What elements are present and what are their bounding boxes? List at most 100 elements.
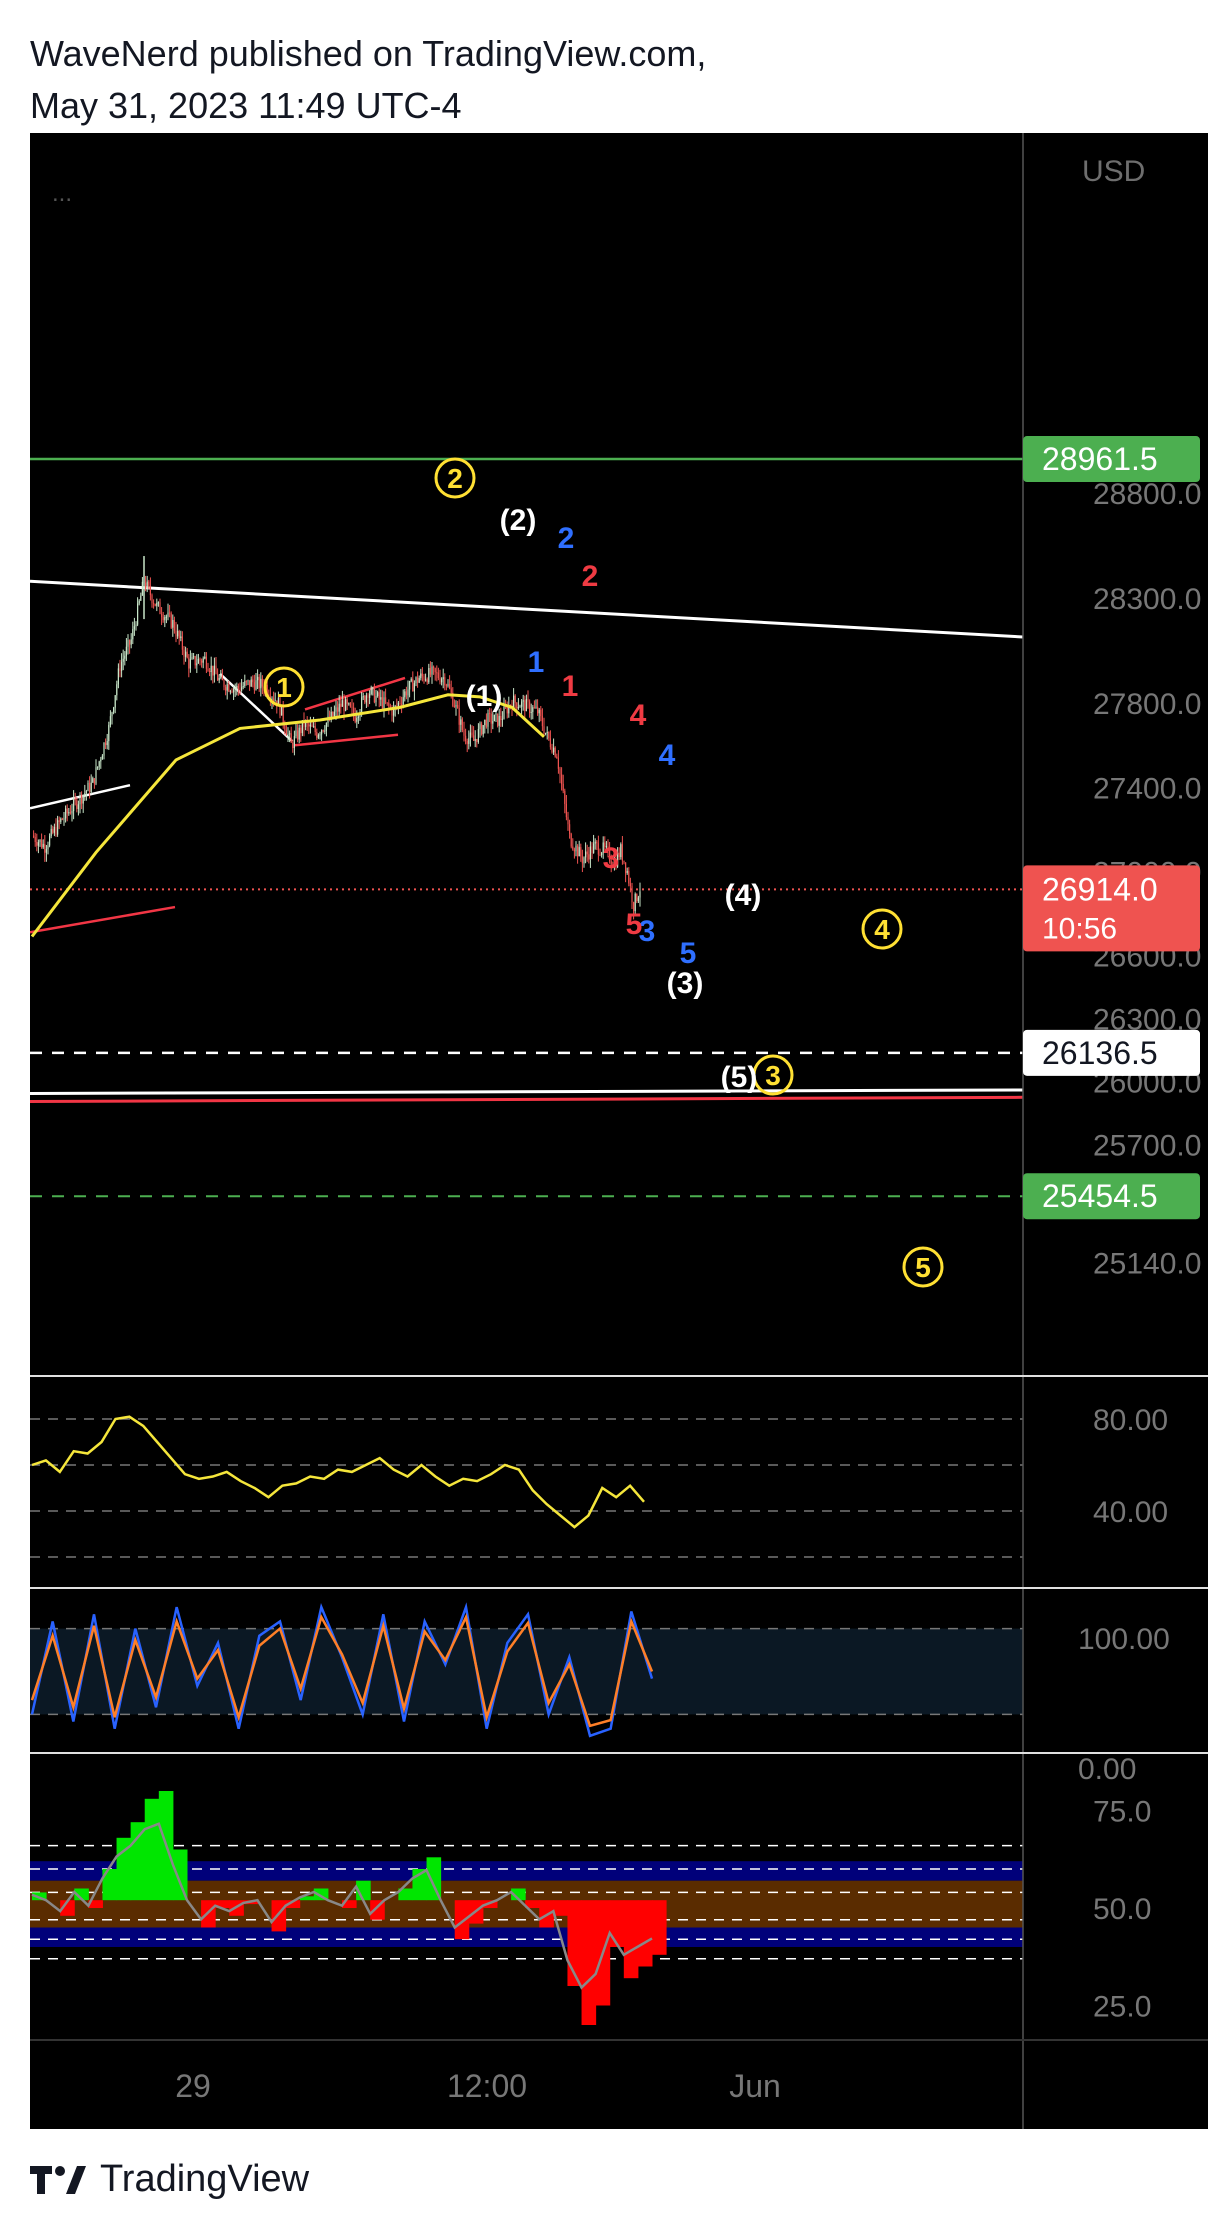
candle-body: [233, 688, 235, 693]
candle-body: [181, 636, 183, 650]
candle-body: [121, 661, 123, 671]
candle-body: [497, 713, 499, 726]
osc-tick: 50.0: [1093, 1893, 1151, 1926]
candle-body: [381, 697, 383, 709]
osc-bar: [130, 1822, 146, 1901]
candle-body: [338, 703, 340, 712]
yellow-wave-5: 5: [915, 1252, 931, 1283]
candle-body: [361, 697, 363, 712]
candle-body: [522, 700, 524, 702]
candle-body: [314, 726, 316, 733]
candle-body: [378, 692, 380, 700]
candle-body: [469, 732, 471, 739]
candle-body: [92, 778, 94, 783]
candle-body: [34, 837, 36, 843]
candle-body: [165, 616, 167, 618]
candle-body: [575, 845, 577, 852]
candle-body: [529, 701, 531, 713]
blue-wave-4: 4: [659, 739, 676, 772]
candle-body: [444, 677, 446, 686]
candle-body: [473, 735, 475, 741]
candle-body: [145, 582, 147, 589]
candle-body: [84, 793, 86, 796]
candle-body: [186, 651, 188, 658]
candle-body: [569, 824, 571, 834]
candle-body: [148, 581, 150, 586]
candle-body: [513, 695, 515, 709]
stoch-band: [30, 1628, 1023, 1715]
price-tick: 25700.0: [1093, 1130, 1201, 1163]
candle-body: [351, 706, 353, 708]
candle-body: [109, 716, 111, 725]
candle-body: [170, 613, 172, 628]
candle-body: [89, 782, 91, 792]
candle-body: [289, 733, 291, 735]
candle-body: [253, 682, 255, 690]
yellow-wave-2: 2: [447, 463, 463, 494]
candle-body: [297, 730, 299, 740]
candle-body: [585, 851, 587, 858]
candle-body: [586, 851, 588, 855]
candle-body: [130, 639, 132, 645]
candle-body: [423, 676, 425, 681]
candle-body: [503, 706, 505, 719]
candle-body: [194, 656, 196, 666]
candle-body: [580, 847, 582, 857]
resistance-trend-line: [30, 579, 1024, 639]
candle-body: [204, 656, 206, 659]
level-lines: [30, 457, 1024, 1198]
osc-bar: [652, 1900, 667, 1955]
candle-body: [365, 695, 367, 703]
candle-body: [631, 886, 633, 903]
candle-body: [545, 732, 547, 734]
candle-body: [140, 595, 142, 601]
candle-body: [255, 680, 257, 690]
candle-body: [441, 679, 443, 683]
publisher-line: WaveNerd published on TradingView.com,: [30, 33, 707, 74]
candle-body: [108, 724, 110, 742]
blue-wave-5: 5: [680, 937, 697, 970]
candle-body: [636, 893, 638, 902]
candle-body: [149, 585, 151, 596]
candle-body: [188, 657, 190, 669]
candle-body: [437, 672, 439, 679]
candle-body: [119, 668, 121, 671]
candle-body: [397, 702, 399, 707]
candle-body: [340, 703, 342, 707]
candle-body: [362, 696, 364, 698]
candle-body: [85, 791, 87, 794]
chart-canvas[interactable]: 1 2 3 4 5 (1) (2) (3) (4) (5) 1 2 3 4 5 1 2 3 4 5 USD... 288…: [30, 133, 1208, 2129]
candle-body: [127, 640, 129, 647]
candle-body: [447, 684, 449, 686]
price-tick: 27400.0: [1093, 772, 1201, 805]
candle-body: [197, 659, 199, 664]
candle-body: [74, 798, 76, 801]
candle-body: [229, 691, 231, 693]
candle-body: [319, 734, 321, 736]
candle-body: [133, 626, 135, 630]
candle-body: [564, 790, 566, 804]
candle-body: [460, 719, 462, 725]
candle-body: [311, 724, 313, 727]
currency-label: USD: [1082, 155, 1145, 188]
candle-body: [567, 817, 569, 825]
candle-body: [117, 668, 119, 685]
candle-body: [373, 687, 375, 703]
candle-body: [463, 730, 465, 736]
candle-body: [61, 818, 63, 820]
candle-body: [626, 871, 628, 873]
candle-body: [380, 697, 382, 700]
candle-body: [189, 659, 191, 669]
candle-body: [516, 702, 518, 709]
candle-body: [495, 713, 497, 715]
candle-body: [103, 742, 105, 756]
candle-body: [562, 783, 564, 791]
candle-body: [521, 701, 523, 707]
candle-body: [100, 759, 102, 762]
candle-body: [581, 856, 583, 864]
footer[interactable]: TradingView: [30, 2158, 309, 2201]
candle-body: [201, 660, 203, 663]
candle-body: [58, 820, 60, 822]
candle-body: [540, 709, 542, 717]
candle-body: [524, 700, 526, 712]
